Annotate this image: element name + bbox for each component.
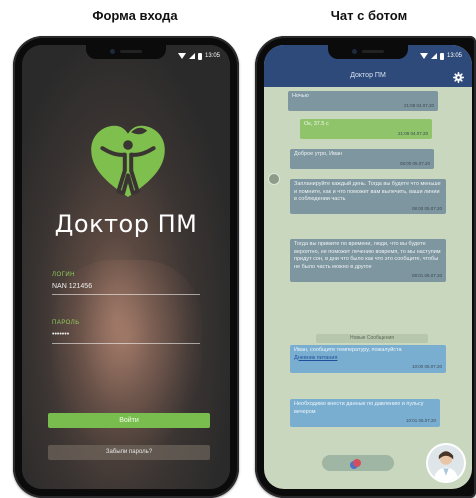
status-bar: 13:05: [177, 51, 220, 61]
chat-title: Доктор ПМ: [350, 72, 386, 79]
login-input[interactable]: NAN 121456: [52, 283, 92, 290]
signal-icon: [430, 53, 437, 59]
phone-notch: [86, 45, 166, 59]
wifi-icon: [177, 53, 186, 59]
login-input-underline: [52, 294, 200, 295]
gear-icon[interactable]: [453, 72, 464, 83]
diary-link[interactable]: Дневник питания: [294, 355, 337, 361]
login-field-label: ЛОГИН: [52, 272, 75, 278]
status-time: 13:05: [446, 53, 462, 59]
brand-title: Доктор ПМ: [54, 210, 198, 238]
mic-icon: [353, 459, 361, 467]
login-screen-caption: Форма входа: [92, 8, 178, 23]
voice-input-button[interactable]: [322, 455, 394, 471]
new-messages-divider: Новые Сообщения: [316, 334, 428, 343]
status-bar: 13:05: [419, 51, 462, 61]
phone-notch: [328, 45, 408, 59]
password-input-underline: [52, 343, 200, 344]
signal-icon: [188, 53, 195, 59]
bot-avatar: [268, 173, 280, 185]
bot-message: Необходимо внести данные по давлению и п…: [290, 399, 440, 427]
bot-message: Запланируйте каждый день. Тогда вы будет…: [290, 179, 446, 214]
heart-person-logo-icon: [91, 125, 165, 197]
bot-message: Иван, сообщите температуру, пожалуйста Д…: [290, 345, 446, 373]
bot-message: Тогда вы примите по времени, люди, что в…: [290, 239, 446, 282]
bot-message: Доброе утро, Иван 08:00 05.07.20: [290, 149, 434, 169]
login-screen: 13:05 Доктор ПМ ЛОГИН NAN 121456 ПАРОЛЬ …: [22, 45, 230, 489]
user-message: Ок, 37.5 c 21:09 04.07.20: [300, 119, 432, 139]
doctor-portrait-icon: [428, 445, 464, 481]
wifi-icon: [419, 53, 428, 59]
battery-icon: [439, 52, 444, 60]
chat-phone-frame: Доктор ПМ 13:05 Ночью 21:08 04.07.20 Ок,…: [255, 36, 476, 498]
doctor-avatar[interactable]: [426, 443, 466, 483]
chat-message-list[interactable]: Ночью 21:08 04.07.20 Ок, 37.5 c 21:09 04.0…: [264, 87, 472, 489]
forgot-password-button[interactable]: Забыли пароль?: [48, 445, 210, 460]
chat-screen: Доктор ПМ 13:05 Ночью 21:08 04.07.20 Ок,…: [264, 45, 472, 489]
status-time: 13:05: [204, 53, 220, 59]
login-button[interactable]: Войти: [48, 413, 210, 428]
chat-screen-caption: Чат с ботом: [330, 8, 408, 23]
bot-message: Ночью 21:08 04.07.20: [288, 91, 438, 111]
login-phone-frame: 13:05 Доктор ПМ ЛОГИН NAN 121456 ПАРОЛЬ …: [13, 36, 239, 498]
battery-icon: [197, 52, 202, 60]
password-input[interactable]: •••••••: [52, 331, 69, 338]
password-field-label: ПАРОЛЬ: [52, 320, 80, 326]
